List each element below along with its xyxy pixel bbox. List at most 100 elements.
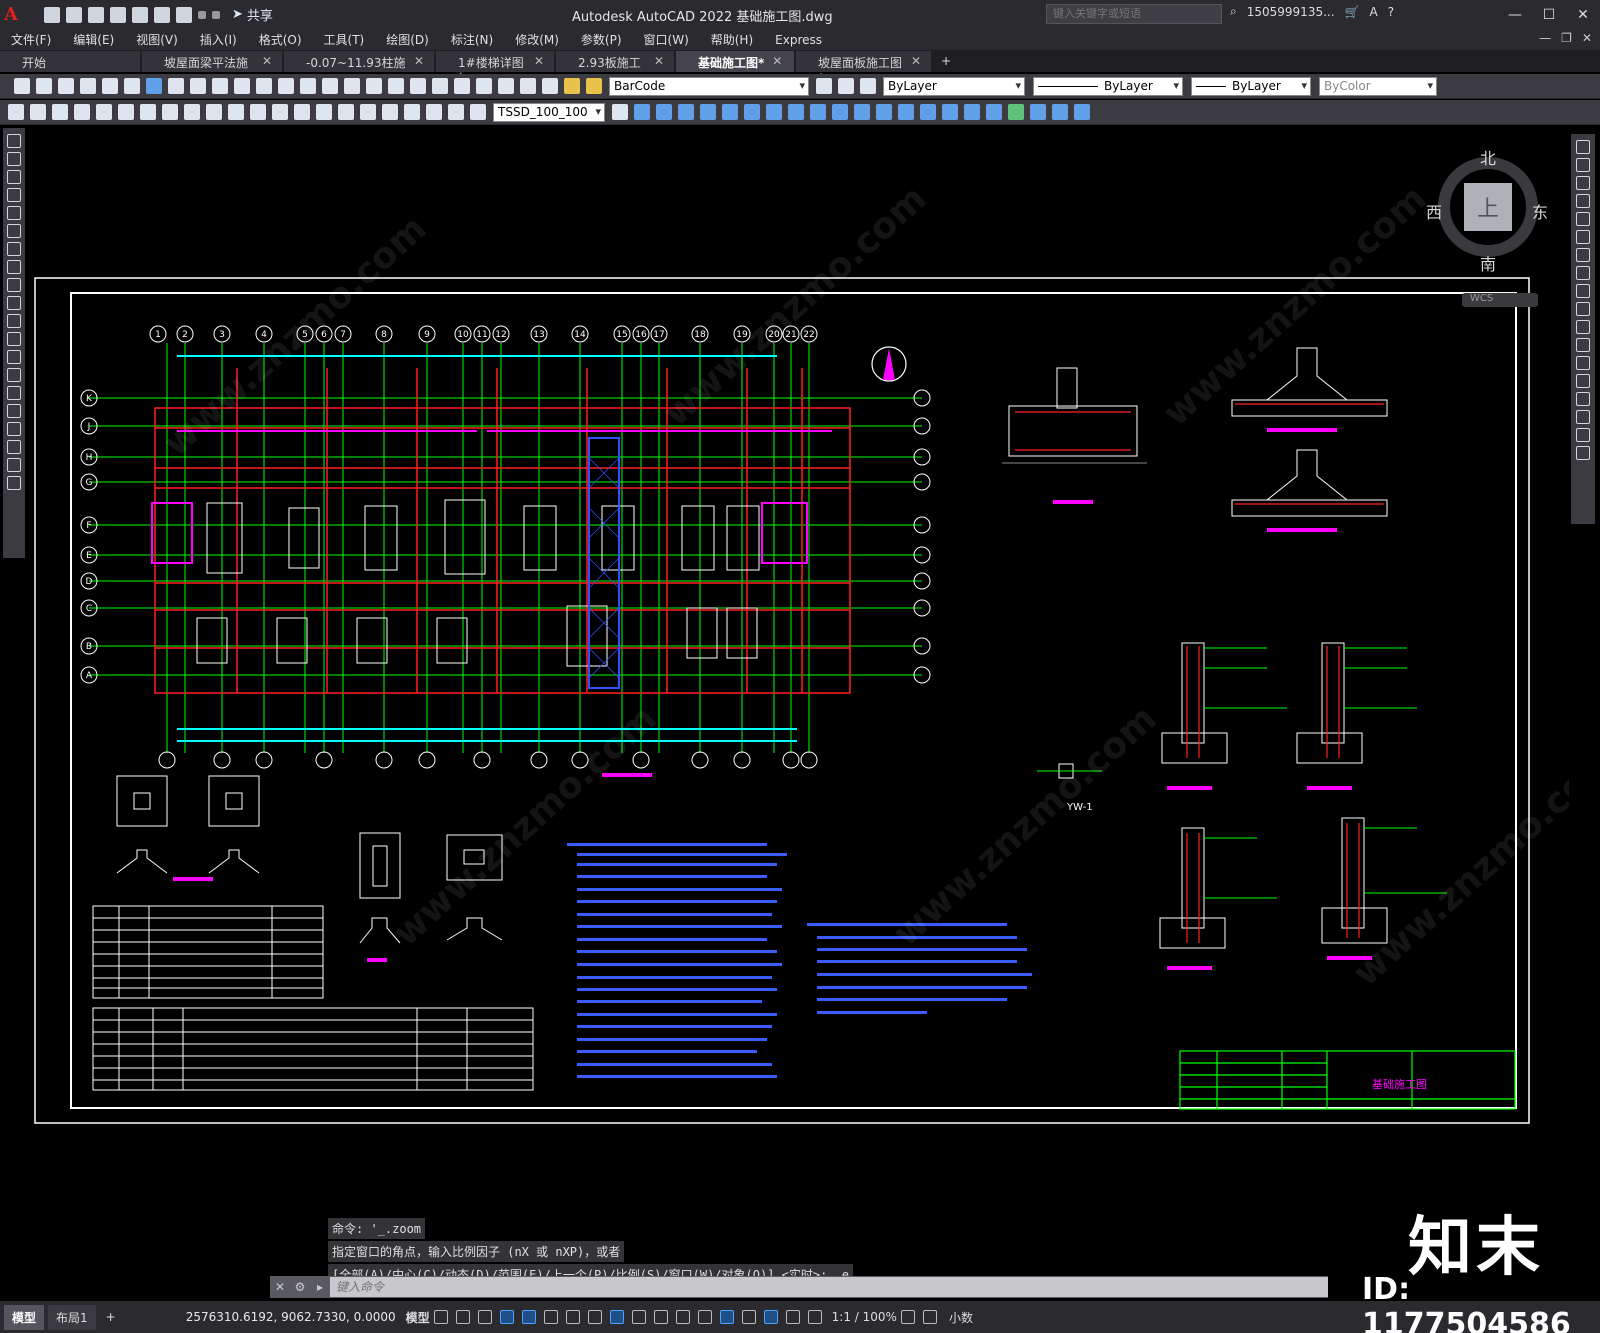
linetype-dropdown[interactable]: ByLayer — [1033, 76, 1183, 96]
infer-constraints-icon[interactable] — [477, 1310, 492, 1324]
polar-tracking-icon[interactable] — [543, 1310, 558, 1324]
preview-icon[interactable] — [102, 78, 118, 94]
tab-model[interactable]: 模型 — [4, 1304, 45, 1330]
tolerance-icon[interactable] — [360, 104, 376, 120]
markup-icon[interactable] — [476, 78, 492, 94]
calculator-icon[interactable] — [498, 78, 514, 94]
color-dropdown[interactable]: ByLayer — [883, 76, 1025, 96]
save-as-icon[interactable] — [110, 6, 126, 23]
chamfer-icon[interactable] — [1576, 392, 1590, 406]
dim-text-edit-icon[interactable] — [470, 104, 486, 120]
isodraft-icon[interactable] — [565, 1310, 580, 1324]
3d-align-icon[interactable] — [1052, 104, 1068, 120]
aligned-dim-icon[interactable] — [96, 104, 112, 120]
menu-view[interactable]: 视图(V) — [125, 31, 189, 48]
baseline-dim-icon[interactable] — [272, 104, 288, 120]
save-icon[interactable] — [88, 6, 104, 23]
wcs-menu[interactable]: WCS — [1462, 293, 1538, 307]
tab-layout1[interactable]: 布局1 — [48, 1304, 96, 1330]
break-at-point-icon[interactable] — [1576, 338, 1590, 352]
dynamic-ucs-icon[interactable] — [719, 1310, 734, 1324]
ortho-icon[interactable] — [521, 1310, 536, 1324]
tab-close-icon[interactable]: ✕ — [262, 54, 272, 72]
lineweight-dropdown[interactable]: ByLayer — [1191, 76, 1311, 96]
join-icon[interactable] — [1576, 374, 1590, 388]
offset-icon[interactable] — [1576, 194, 1590, 208]
dimstyle-icon[interactable] — [612, 104, 628, 120]
3d-rotate-icon[interactable] — [1030, 104, 1046, 120]
3d-dwf-icon[interactable] — [146, 78, 162, 94]
revcloud-icon[interactable] — [7, 260, 21, 274]
arc-length-icon[interactable] — [118, 104, 134, 120]
torus-icon[interactable] — [744, 104, 760, 120]
viewcube-top-face[interactable]: 上 — [1464, 183, 1512, 231]
quick-dimension-icon[interactable] — [250, 104, 266, 120]
center-mark-icon[interactable] — [382, 104, 398, 120]
linear-dim-icon[interactable] — [74, 104, 90, 120]
ellipse-icon[interactable] — [7, 296, 21, 310]
menu-dimension[interactable]: 标注(N) — [440, 31, 504, 48]
grid-icon[interactable] — [433, 1310, 448, 1324]
doc-close-icon[interactable]: ✕ — [1582, 31, 1592, 45]
revolve-icon[interactable] — [898, 104, 914, 120]
menu-edit[interactable]: 编辑(E) — [62, 31, 125, 48]
dim-space-icon[interactable] — [316, 104, 332, 120]
polyline-icon[interactable] — [7, 170, 21, 184]
planar-surface-icon[interactable] — [810, 104, 826, 120]
helix-icon[interactable] — [788, 104, 804, 120]
continue-dim-icon[interactable] — [294, 104, 310, 120]
share-button[interactable]: ➤ 共享 — [232, 5, 273, 24]
undo-icon[interactable] — [256, 78, 272, 94]
make-block-icon[interactable] — [7, 350, 21, 364]
angular-dim-icon[interactable] — [228, 104, 244, 120]
pyramid-icon[interactable] — [766, 104, 782, 120]
menu-parametric[interactable]: 参数(P) — [570, 31, 633, 48]
undo-icon[interactable] — [198, 10, 206, 19]
mirror-icon[interactable] — [1576, 176, 1590, 190]
model-space-canvas[interactable]: 1 2 3 4 5 6 7 8 9 10 11 12 13 14 15 16 1… — [27, 128, 1569, 1278]
dim-update-icon[interactable] — [52, 104, 68, 120]
menu-window[interactable]: 窗口(W) — [633, 31, 700, 48]
gizmo-icon[interactable] — [763, 1310, 778, 1324]
properties-icon[interactable] — [388, 78, 404, 94]
layer-dropdown[interactable]: BarCode — [609, 76, 809, 96]
app-logo[interactable]: A — [4, 4, 30, 26]
layer-thaw-icon[interactable] — [586, 78, 602, 94]
tab-close-icon[interactable]: ✕ — [414, 54, 424, 72]
3d-move-icon[interactable] — [1008, 104, 1024, 120]
extend-icon[interactable] — [1576, 320, 1590, 334]
search-icon[interactable]: ⌕ — [1230, 4, 1237, 19]
tab-start[interactable]: 开始 — [0, 51, 140, 72]
annotation-monitor-icon[interactable] — [922, 1310, 937, 1324]
union-icon[interactable] — [942, 104, 958, 120]
polygon-icon[interactable] — [7, 188, 21, 202]
match-icon[interactable] — [8, 104, 24, 120]
menu-help[interactable]: 帮助(H) — [700, 31, 764, 48]
save-icon[interactable] — [58, 78, 74, 94]
menu-modify[interactable]: 修改(M) — [504, 31, 570, 48]
extrude-icon[interactable] — [832, 104, 848, 120]
tab-column[interactable]: -0.07~11.93柱施工图(✕ — [284, 51, 434, 87]
match-prop-icon[interactable] — [234, 78, 250, 94]
viewcube[interactable]: 上 北 南 东 西 — [1426, 147, 1548, 274]
import-icon[interactable] — [132, 6, 148, 23]
menu-draw[interactable]: 绘图(D) — [375, 31, 440, 48]
autoscale-icon[interactable] — [807, 1310, 822, 1324]
a360-icon[interactable]: A — [1369, 5, 1377, 19]
hatch-icon[interactable] — [7, 386, 21, 400]
sweep-icon[interactable] — [876, 104, 892, 120]
help-icon[interactable] — [520, 78, 536, 94]
search-input[interactable] — [1046, 4, 1222, 24]
new-tab-button[interactable]: + — [933, 51, 959, 72]
loft-icon[interactable] — [920, 104, 936, 120]
units-display[interactable]: 小数 — [949, 1309, 973, 1326]
jogged-linear-icon[interactable] — [426, 104, 442, 120]
fillet-icon[interactable] — [1576, 410, 1590, 424]
zoom-realtime-icon[interactable] — [322, 78, 338, 94]
layer-state-icon[interactable] — [860, 78, 876, 94]
menu-format[interactable]: 格式(O) — [248, 31, 313, 48]
trim-icon[interactable] — [1576, 302, 1590, 316]
tab-roof-beam[interactable]: 坡屋面梁平法施工图 ✕ — [142, 51, 282, 87]
menu-tools[interactable]: 工具(T) — [313, 31, 376, 48]
model-space-toggle[interactable]: 模型 — [406, 1309, 430, 1326]
